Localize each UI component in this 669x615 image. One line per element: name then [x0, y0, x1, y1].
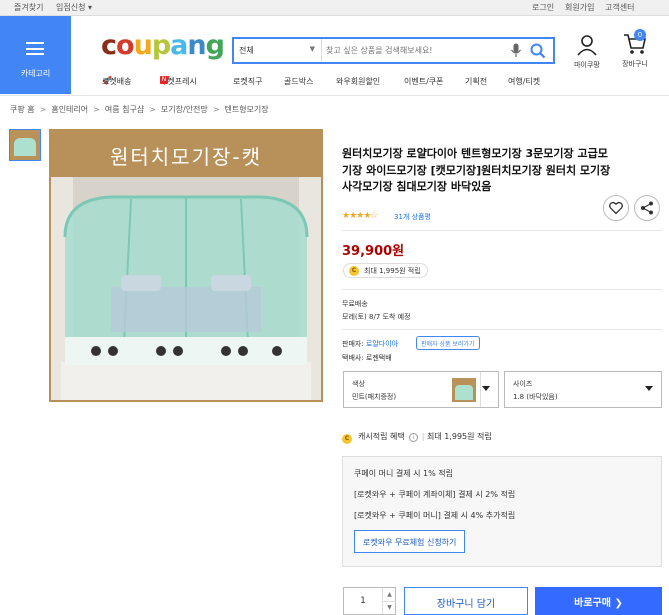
- payment-benefit-box: 쿠페이 머니 결제 시 1% 적립 [로켓와우 + 쿠페이 계좌이체] 결제 시…: [342, 456, 662, 567]
- heart-icon: [609, 201, 623, 215]
- new-badge-icon: N: [160, 76, 168, 84]
- coupang-logo[interactable]: coupang: [101, 30, 225, 61]
- add-to-cart-button[interactable]: 장바구니 담기: [404, 587, 528, 615]
- product-title: 원터치모기장 로얄다이아 텐트형모기장 3문모기장 고급모기장 와이드모기장 […: [342, 147, 611, 193]
- color-option-select[interactable]: 색상 민트(패치증정): [343, 371, 499, 408]
- chevron-down-icon[interactable]: ▼: [383, 601, 396, 614]
- login-link[interactable]: 로그인: [532, 2, 554, 13]
- breadcrumb-item[interactable]: 텐트형모기장: [224, 105, 268, 114]
- breadcrumb: 쿠팡 홈 > 홈인테리어 > 여름 침구샵 > 모기장/안전망 > 텐트형모기장: [10, 105, 269, 114]
- review-count-link[interactable]: 31개 상품평: [394, 212, 431, 222]
- category-menu-button[interactable]: 카테고리: [0, 16, 71, 94]
- cart-count-badge: 0: [634, 29, 646, 41]
- cart-button[interactable]: 0 장바구니: [617, 29, 653, 69]
- cash-coin-icon: C: [349, 266, 359, 276]
- size-option-label: 사이즈: [513, 380, 533, 388]
- product-image-title: 원터치모기장-캣: [109, 145, 263, 169]
- dropdown-caret-icon: [645, 386, 653, 391]
- benefit-row: [로켓와우 + 쿠페이 계좌이체] 결제 시 2% 적립: [354, 490, 516, 499]
- product-price: 39,900원: [342, 244, 405, 259]
- cash-reward-pill: C 최대 1,995원 적립: [343, 263, 428, 278]
- cash-coin-icon: C: [342, 434, 352, 444]
- divider: [342, 329, 662, 330]
- wishlist-button[interactable]: [603, 195, 629, 221]
- user-icon: [577, 35, 597, 56]
- free-shipping-label: 무료배송: [342, 300, 368, 308]
- top-utility-bar: 즐겨찾기 입점신청 ▾ 로그인 회원가입 고객센터: [0, 0, 669, 16]
- seller-name-link[interactable]: 로얄다이아: [366, 340, 398, 348]
- dropdown-arrow-icon: ▼: [309, 45, 315, 53]
- header-divider: [0, 95, 669, 96]
- seller-signup-link[interactable]: 입점신청 ▾: [56, 2, 92, 13]
- nav-exhibition[interactable]: 기획전: [465, 76, 487, 87]
- nav-rocket-global[interactable]: 로켓직구: [233, 76, 262, 87]
- customer-center-link[interactable]: 고객센터: [605, 2, 634, 13]
- seller-info: 판매자: 로얄다이아: [342, 340, 399, 348]
- mycoupang-button[interactable]: 마이쿠팡: [569, 34, 605, 70]
- delivery-date: 모레(토) 8/7 도착 예정: [342, 313, 411, 321]
- rating-stars-icon: ★★★★☆: [342, 211, 378, 221]
- mosquito-net-tent-image: [51, 177, 321, 400]
- share-button[interactable]: [634, 195, 660, 221]
- search-icon[interactable]: [530, 43, 546, 59]
- signup-link[interactable]: 회원가입: [565, 2, 594, 13]
- quantity-arrows[interactable]: ▲ ▼: [382, 588, 396, 614]
- divider: [342, 230, 662, 231]
- buy-now-button[interactable]: 바로구매 ❯: [535, 587, 662, 615]
- product-thumbnail[interactable]: [9, 129, 41, 161]
- cart-label: 장바구니: [622, 60, 648, 68]
- breadcrumb-item[interactable]: 여름 침구샵: [105, 105, 144, 114]
- category-label: 카테고리: [20, 69, 51, 78]
- benefit-row: [로켓와우 + 쿠페이 머니] 결제 시 4% 추가적립: [354, 511, 516, 520]
- chevron-up-icon[interactable]: ▲: [383, 588, 396, 601]
- divider: [342, 289, 662, 290]
- seller-products-button[interactable]: 판매자 상품 보러가기: [416, 336, 480, 350]
- breadcrumb-item[interactable]: 모기장/안전망: [161, 105, 208, 114]
- courier-info: 택배사: 로젠택배: [342, 354, 392, 362]
- nav-events[interactable]: 이벤트/쿠폰: [404, 76, 444, 87]
- color-option-label: 색상: [352, 380, 365, 388]
- search-bar: 전체 ▼: [232, 37, 555, 64]
- search-input[interactable]: [326, 42, 504, 59]
- share-icon: [641, 201, 653, 215]
- nav-goldbox[interactable]: 골드박스: [284, 76, 313, 87]
- bookmark-link[interactable]: 즐겨찾기: [14, 2, 43, 13]
- info-icon[interactable]: i: [408, 433, 418, 442]
- nav-wow-discount[interactable]: 와우회원할인: [336, 76, 380, 87]
- microphone-icon[interactable]: [510, 43, 522, 58]
- quantity-value[interactable]: 1: [344, 596, 382, 606]
- product-main-image: 원터치모기장-캣: [49, 129, 323, 402]
- benefit-row: 쿠페이 머니 결제 시 1% 적립: [354, 469, 454, 478]
- breadcrumb-item[interactable]: 홈인테리어: [51, 105, 88, 114]
- color-option-value: 민트(패치증정): [352, 393, 397, 401]
- cash-benefit-row: C 캐시적립 혜택 i | 최대 1,995원 적립: [342, 431, 492, 444]
- mycoupang-label: 마이쿠팡: [574, 61, 600, 69]
- size-option-value: 1.8 (바닥있음): [513, 393, 558, 401]
- quantity-stepper[interactable]: 1 ▲ ▼: [343, 587, 396, 615]
- rocket-wow-trial-button[interactable]: 로켓와우 무료체험 신청하기: [354, 530, 466, 553]
- hamburger-icon: [26, 42, 44, 55]
- color-option-thumbnail: [452, 378, 476, 402]
- search-category-select[interactable]: 전체 ▼: [234, 39, 322, 62]
- size-option-select[interactable]: 사이즈 1.8 (바닥있음): [504, 371, 662, 408]
- dropdown-caret-icon: [482, 386, 490, 391]
- nav-travel[interactable]: 여행/티켓: [508, 76, 540, 87]
- breadcrumb-item[interactable]: 쿠팡 홈: [10, 105, 35, 114]
